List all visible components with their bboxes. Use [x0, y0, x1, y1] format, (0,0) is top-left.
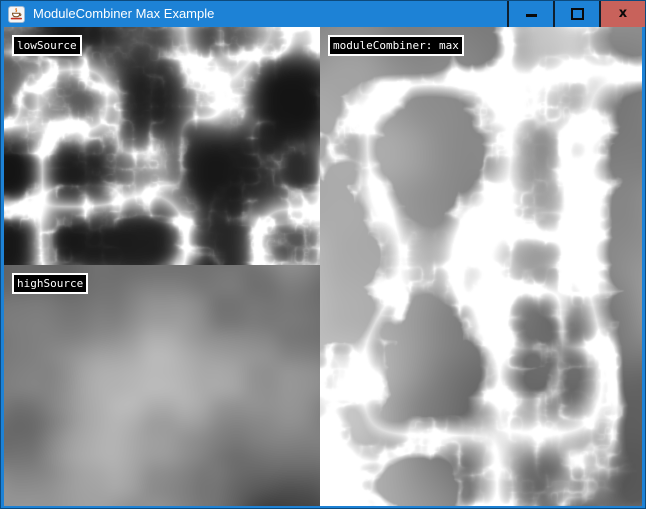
- minimize-icon: [526, 14, 537, 17]
- maximize-button[interactable]: [553, 1, 599, 27]
- close-button[interactable]: x: [599, 1, 645, 27]
- panel-modulecombiner: moduleCombiner: max: [320, 27, 642, 506]
- panel-lowsource: lowSource: [4, 27, 320, 265]
- titlebar[interactable]: ModuleCombiner Max Example x: [1, 1, 645, 27]
- minimize-button[interactable]: [507, 1, 553, 27]
- panel-label-highsource: highSource: [12, 273, 88, 294]
- maximize-icon: [571, 8, 584, 20]
- render-area: lowSource highSource moduleCombiner: max: [4, 27, 642, 506]
- lowsource-texture: [4, 27, 320, 265]
- panel-label-modulecombiner: moduleCombiner: max: [328, 35, 464, 56]
- app-window: ModuleCombiner Max Example x lowSource h…: [0, 0, 646, 509]
- panel-highsource: highSource: [4, 265, 320, 506]
- panel-label-lowsource: lowSource: [12, 35, 82, 56]
- modulecombiner-texture: [320, 27, 642, 506]
- window-controls: x: [507, 1, 645, 27]
- highsource-texture: [4, 265, 320, 506]
- close-icon: x: [619, 7, 627, 20]
- window-title: ModuleCombiner Max Example: [33, 1, 507, 27]
- java-coffee-cup-icon: [8, 6, 25, 23]
